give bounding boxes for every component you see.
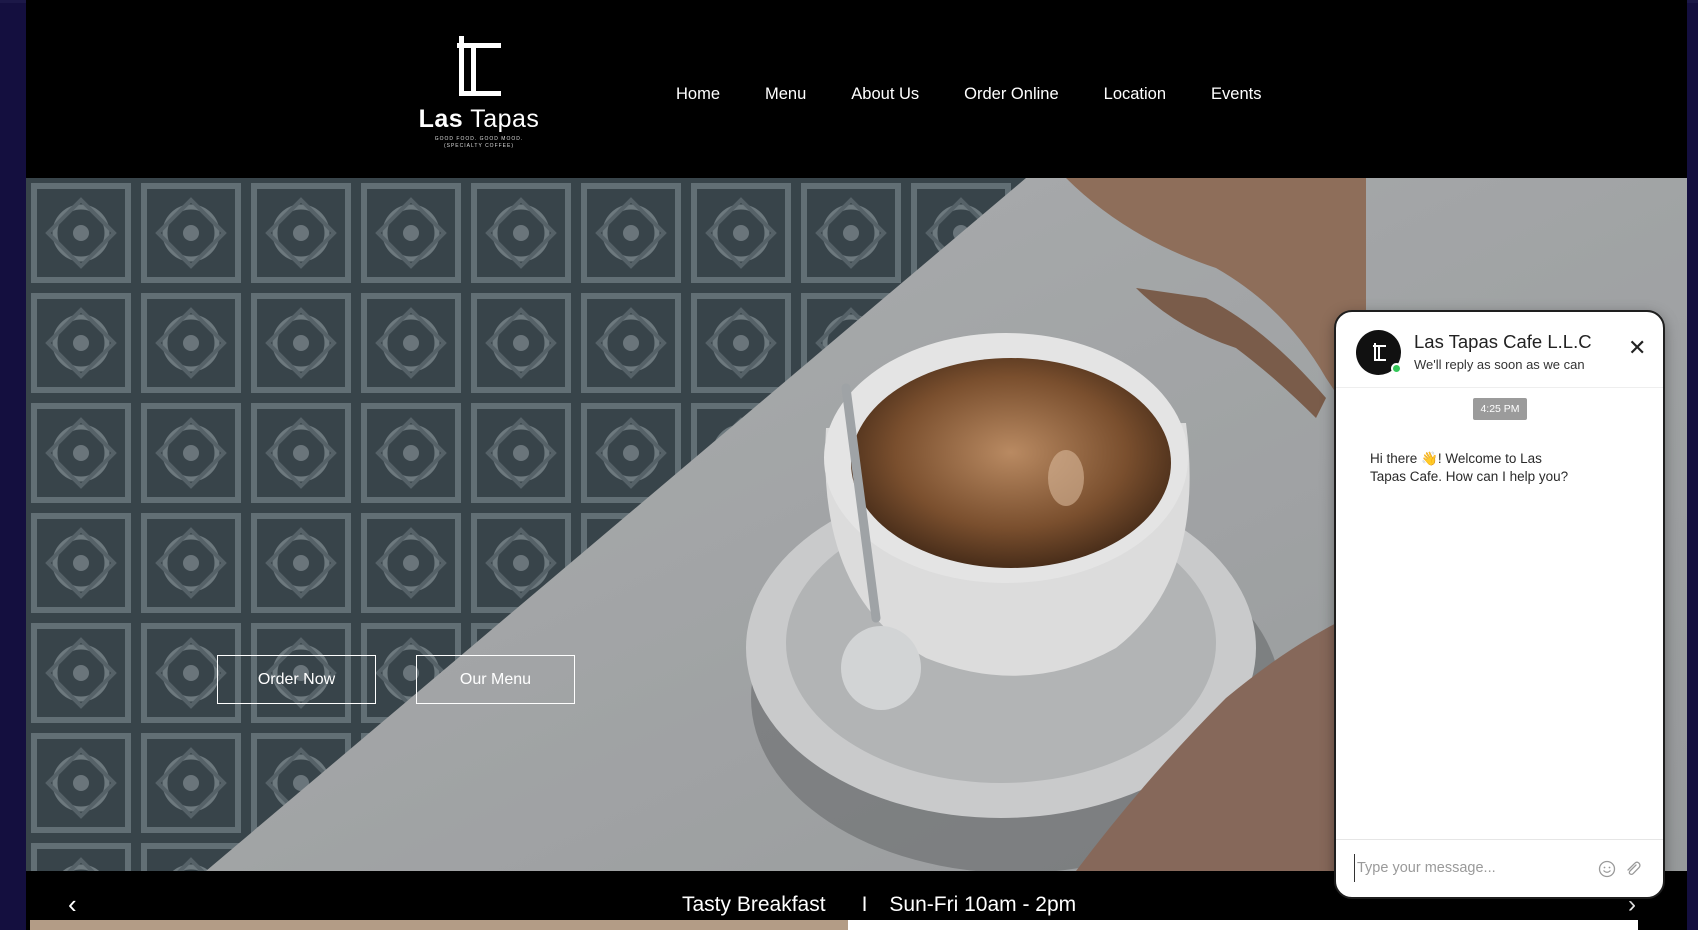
chat-composer bbox=[1336, 839, 1663, 897]
nav-order-online[interactable]: Order Online bbox=[964, 85, 1058, 104]
logo-tagline: GOOD FOOD. GOOD MOOD. (SPECIALTY COFFEE) bbox=[434, 136, 524, 149]
logo-mark-icon bbox=[1372, 342, 1386, 361]
slide-title: Tasty Breakfast bbox=[682, 893, 826, 916]
site-header: Las Tapas GOOD FOOD. GOOD MOOD. (SPECIAL… bbox=[26, 3, 1687, 178]
chevron-left-icon[interactable]: ‹ bbox=[68, 889, 77, 920]
nav-menu[interactable]: Menu bbox=[765, 85, 806, 104]
nav-events[interactable]: Events bbox=[1211, 85, 1261, 104]
chat-title: Las Tapas Cafe L.L.C bbox=[1414, 331, 1592, 352]
next-slide-preview bbox=[30, 920, 852, 930]
order-now-button[interactable]: Order Now bbox=[217, 655, 376, 704]
slide-separator: I bbox=[861, 893, 868, 916]
close-icon[interactable]: ✕ bbox=[1628, 337, 1646, 359]
attachment-icon[interactable] bbox=[1624, 860, 1642, 878]
slide-hours: Sun-Fri 10am - 2pm bbox=[889, 893, 1077, 916]
chat-header: Las Tapas Cafe L.L.C We'll reply as soon… bbox=[1336, 312, 1663, 388]
next-slide-preview-right bbox=[848, 920, 1638, 930]
main-nav: Home Menu About Us Order Online Location… bbox=[676, 85, 1306, 104]
online-status-indicator bbox=[1391, 363, 1402, 374]
nav-home[interactable]: Home bbox=[676, 85, 720, 104]
logo-wordmark: Las Tapas bbox=[418, 105, 540, 133]
chat-message: Hi there 👋! Welcome to Las Tapas Cafe. H… bbox=[1370, 451, 1569, 484]
nav-about-us[interactable]: About Us bbox=[851, 85, 919, 104]
message-timestamp: 4:25 PM bbox=[1473, 398, 1527, 420]
emoji-icon[interactable] bbox=[1598, 860, 1616, 878]
chat-subtitle: We'll reply as soon as we can bbox=[1414, 357, 1585, 372]
message-input[interactable] bbox=[1354, 854, 1584, 882]
nav-location[interactable]: Location bbox=[1104, 85, 1166, 104]
logo[interactable]: Las Tapas GOOD FOOD. GOOD MOOD. (SPECIAL… bbox=[409, 33, 549, 153]
logo-mark-icon bbox=[457, 36, 501, 96]
chat-widget: Las Tapas Cafe L.L.C We'll reply as soon… bbox=[1334, 310, 1665, 899]
slide-caption: Tasty Breakfast I Sun-Fri 10am - 2pm bbox=[682, 893, 1076, 917]
our-menu-button[interactable]: Our Menu bbox=[416, 655, 575, 704]
